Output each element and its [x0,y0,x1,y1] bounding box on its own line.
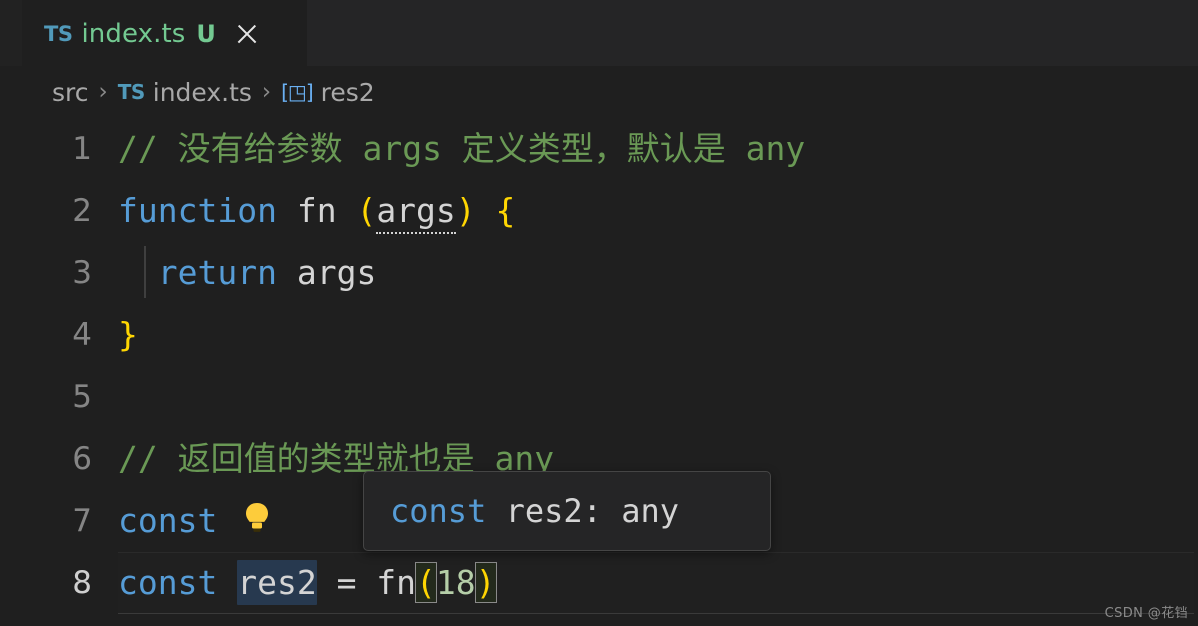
activity-bar-edge [0,0,22,66]
code-token: return [157,253,277,292]
code-token: args [376,191,456,234]
code-token: = fn [316,563,417,602]
code-line-text: function fn (args) { [92,180,1198,242]
code-token: const [118,563,218,602]
code-token: // 没有给参数 args 定义类型，默认是 any [118,129,806,168]
breadcrumb-item-src[interactable]: src [52,78,89,107]
code-line-text: // 没有给参数 args 定义类型，默认是 any [92,118,1198,180]
tooltip-signature: res2: any [505,492,679,530]
editor-tab-label: index.ts [81,18,186,49]
breadcrumb-item-symbol[interactable]: res2 [321,78,375,107]
line-number: 7 [72,503,92,539]
code-line-text: } [92,304,1198,366]
breadcrumb: src › TS index.ts › [◳] res2 [22,66,1198,118]
code-line[interactable]: 4} [22,304,1198,366]
lightbulb-icon[interactable] [244,502,270,536]
code-token: ) [474,562,497,603]
code-token: ( [415,562,437,603]
line-number: 8 [72,565,92,601]
line-number: 1 [72,131,92,167]
code-line[interactable]: 2 function fn (args) { [22,180,1198,242]
line-number: 3 [72,255,92,291]
breadcrumb-item-file[interactable]: index.ts [153,78,252,107]
code-line[interactable]: 1 // 没有给参数 args 定义类型，默认是 any [22,118,1198,180]
code-line-text: return args [92,242,1198,304]
typescript-file-icon: TS [117,80,146,104]
code-token: } [118,315,138,354]
indent-guide [144,246,146,298]
code-token: { [495,191,516,230]
line-number: 6 [72,441,92,477]
chevron-right-icon: › [98,79,108,105]
editor-tab-index-ts[interactable]: TS index.ts U [22,0,307,66]
code-token: 18 [435,563,476,602]
watermark: CSDN @花铛 [1104,606,1188,621]
code-token: res2 [237,560,317,605]
code-line[interactable]: 3 return args [22,242,1198,304]
tooltip-space [486,492,505,530]
git-status-badge: U [196,19,216,48]
line-number: 5 [72,379,92,415]
close-icon[interactable] [232,19,262,49]
code-line-text: const res2 = fn(18) [92,552,1198,614]
code-token: args [276,253,377,292]
tooltip-keyword: const [390,492,487,530]
code-token: const [118,501,218,540]
chevron-right-icon: › [261,79,272,105]
line-number: 4 [72,317,92,353]
line-number: 2 [72,193,92,229]
editor-tab-bar: TS index.ts U [0,0,1198,66]
vscode-window: TS index.ts U src › TS index.ts › [◳] re… [0,0,1198,626]
symbol-variable-icon: [◳] [281,80,314,104]
code-token: ( [356,191,377,230]
hover-type-tooltip: const res2: any [363,471,771,551]
typescript-file-icon: TS [44,21,73,46]
code-line[interactable]: 5 [22,366,1198,428]
code-token: function [118,191,277,230]
code-token: fn [276,191,357,230]
code-token: ) [455,191,476,230]
code-line[interactable]: 8 const res2 = fn(18) [22,552,1198,614]
